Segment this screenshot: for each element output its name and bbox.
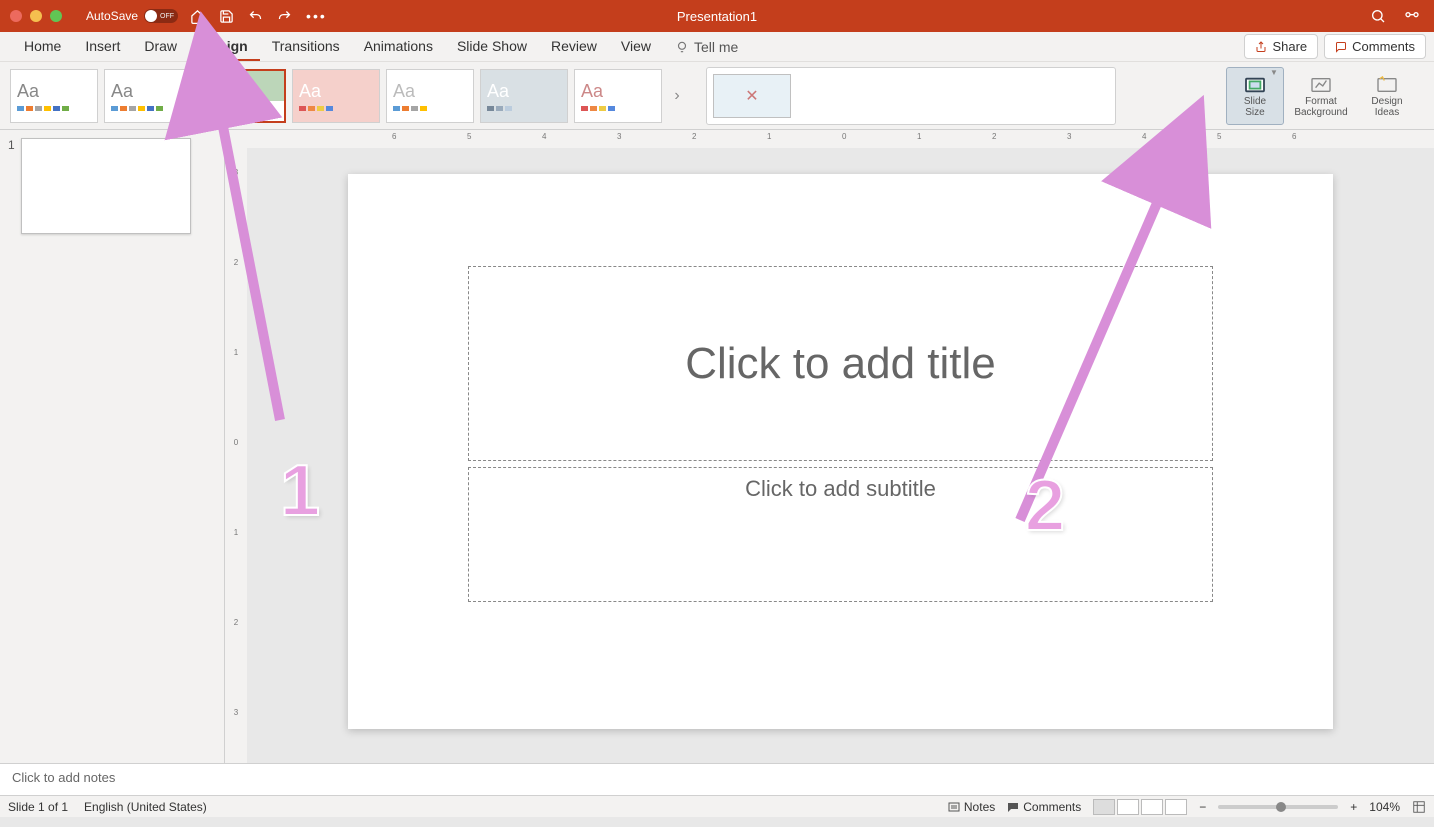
close-window-icon[interactable] — [10, 10, 22, 22]
vertical-ruler: 3 2 1 0 1 2 3 — [225, 130, 247, 763]
theme-option-4[interactable]: Aa — [292, 69, 380, 123]
autosave-switch[interactable]: OFF — [144, 9, 178, 23]
notes-icon — [948, 802, 960, 812]
tab-insert[interactable]: Insert — [73, 32, 132, 61]
slide-size-button[interactable]: Slide Size ▼ — [1226, 67, 1284, 125]
design-ribbon: Aa Aa Aa Aa Aa Aa Aa › ✕ Slide Size ▼ Fo… — [0, 62, 1434, 130]
minimize-window-icon[interactable] — [30, 10, 42, 22]
home-icon[interactable] — [190, 9, 205, 24]
more-icon[interactable]: ••• — [306, 8, 327, 24]
slide-count: Slide 1 of 1 — [8, 800, 68, 814]
comments-toggle[interactable]: Comments — [1007, 800, 1081, 814]
share-button[interactable]: Share — [1244, 34, 1318, 59]
share-tray-icon[interactable] — [1404, 8, 1420, 24]
titlebar: AutoSave OFF ••• Presentation1 — [0, 0, 1434, 32]
notes-toggle[interactable]: Notes — [948, 800, 995, 814]
theme-option-3[interactable]: Aa — [198, 69, 286, 123]
horizontal-ruler: 6 5 4 3 2 1 0 1 2 3 4 5 6 — [247, 130, 1434, 148]
notes-pane[interactable]: Click to add notes — [0, 763, 1434, 795]
view-normal[interactable] — [1093, 799, 1115, 815]
undo-icon[interactable] — [248, 9, 263, 24]
slide-thumb-number: 1 — [8, 138, 15, 755]
search-icon[interactable] — [1370, 8, 1386, 24]
autosave-label: AutoSave — [86, 9, 138, 23]
work-area: 1 3 2 1 0 1 2 3 6 5 4 3 2 1 0 1 2 3 4 5 … — [0, 130, 1434, 763]
title-text: Click to add title — [685, 339, 996, 389]
tab-view[interactable]: View — [609, 32, 663, 61]
theme-option-6[interactable]: Aa — [480, 69, 568, 123]
canvas-area: 6 5 4 3 2 1 0 1 2 3 4 5 6 Click to add t… — [247, 130, 1434, 763]
ribbon-tabs: Home Insert Draw Design Transitions Anim… — [0, 32, 1434, 62]
tab-review[interactable]: Review — [539, 32, 609, 61]
autosave-toggle[interactable]: AutoSave OFF — [86, 9, 178, 23]
theme-option-7[interactable]: Aa — [574, 69, 662, 123]
fit-window-icon[interactable] — [1412, 800, 1426, 814]
status-bar: Slide 1 of 1 English (United States) Not… — [0, 795, 1434, 817]
design-ideas-icon — [1376, 76, 1398, 94]
maximize-window-icon[interactable] — [50, 10, 62, 22]
view-mode-buttons — [1093, 799, 1187, 815]
view-slideshow[interactable] — [1165, 799, 1187, 815]
theme-option-1[interactable]: Aa — [10, 69, 98, 123]
tell-me-search[interactable]: Tell me — [663, 33, 750, 61]
window-controls — [0, 10, 62, 22]
slide-size-icon — [1244, 76, 1266, 94]
zoom-in[interactable]: + — [1350, 800, 1357, 814]
design-ideas-button[interactable]: Design Ideas — [1358, 67, 1416, 125]
theme-option-5[interactable]: Aa — [386, 69, 474, 123]
save-icon[interactable] — [219, 9, 234, 24]
view-sorter[interactable] — [1117, 799, 1139, 815]
theme-option-2[interactable]: Aa — [104, 69, 192, 123]
tab-home[interactable]: Home — [12, 32, 73, 61]
comment-icon — [1335, 41, 1347, 53]
redo-icon[interactable] — [277, 9, 292, 24]
notes-placeholder: Click to add notes — [12, 770, 115, 785]
variant-option-1[interactable]: ✕ — [713, 74, 791, 118]
language-status[interactable]: English (United States) — [84, 800, 207, 814]
slide-thumbnail-1[interactable] — [21, 138, 191, 234]
tab-design[interactable]: Design — [189, 32, 260, 61]
tab-slideshow[interactable]: Slide Show — [445, 32, 539, 61]
variants-gallery[interactable]: ✕ — [706, 67, 1116, 125]
comment-small-icon — [1007, 802, 1019, 812]
format-bg-icon — [1310, 76, 1332, 94]
title-placeholder[interactable]: Click to add title — [468, 266, 1213, 461]
slide-canvas[interactable]: Click to add title Click to add subtitle — [348, 174, 1333, 729]
zoom-level[interactable]: 104% — [1369, 800, 1400, 814]
canvas-scroll[interactable]: Click to add title Click to add subtitle — [247, 148, 1434, 763]
zoom-slider[interactable] — [1218, 805, 1338, 809]
tab-animations[interactable]: Animations — [352, 32, 445, 61]
share-icon — [1255, 41, 1267, 53]
more-themes-button[interactable]: › — [668, 69, 686, 123]
document-title: Presentation1 — [677, 9, 757, 24]
tab-draw[interactable]: Draw — [132, 32, 189, 61]
comments-button[interactable]: Comments — [1324, 34, 1426, 59]
bulb-icon — [675, 40, 689, 54]
view-reading[interactable] — [1141, 799, 1163, 815]
themes-gallery: Aa Aa Aa Aa Aa Aa Aa › — [10, 69, 686, 123]
subtitle-placeholder[interactable]: Click to add subtitle — [468, 467, 1213, 602]
tab-transitions[interactable]: Transitions — [260, 32, 352, 61]
slide-thumbnail-panel: 1 — [0, 130, 225, 763]
zoom-out[interactable]: − — [1199, 800, 1206, 814]
format-background-button[interactable]: Format Background — [1292, 67, 1350, 125]
subtitle-text: Click to add subtitle — [745, 476, 936, 502]
